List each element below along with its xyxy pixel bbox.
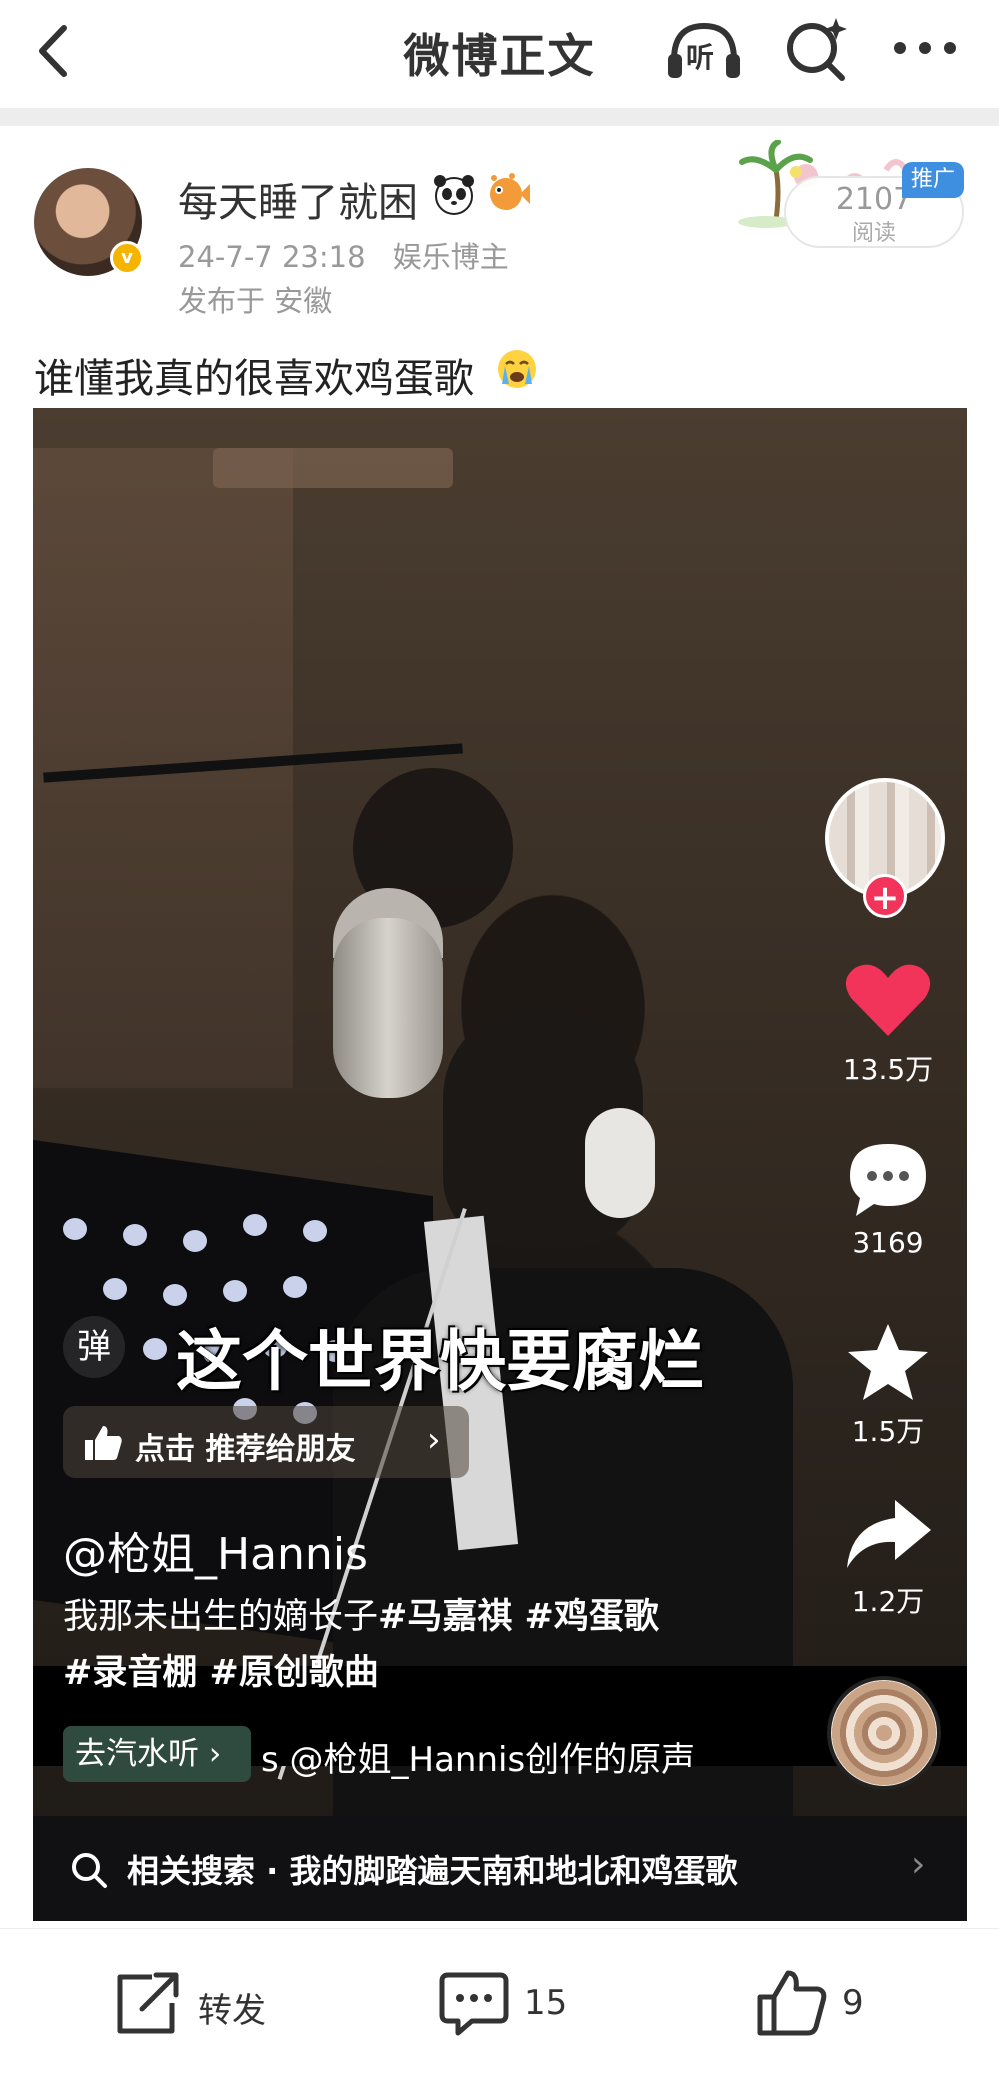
video-description-line1: 我那未出生的嫡长子#马嘉祺 #鸡蛋歌 <box>63 1588 659 1639</box>
top-nav-bar: 微博正文 听 <box>0 0 999 108</box>
share-action[interactable]: 1.2万 <box>823 1496 953 1620</box>
stand-hole <box>223 1280 247 1302</box>
thumbs-up-outline-icon <box>757 1970 827 2036</box>
heart-icon <box>845 964 931 1036</box>
like-count: 13.5万 <box>842 1053 934 1086</box>
stand-hole <box>103 1278 127 1300</box>
music-title[interactable]: s @枪姐_Hannis创作的原声 <box>261 1732 781 1781</box>
more-options-button[interactable] <box>890 28 960 68</box>
post-meta: 24-7-7 23:18 娱乐博主 <box>178 234 509 276</box>
user-tag: 娱乐博主 <box>392 240 509 274</box>
post-location: 发布于 安徽 <box>178 284 333 318</box>
comment-icon <box>439 1972 509 2036</box>
search-sparkle-icon <box>787 18 847 81</box>
description-hashtags[interactable]: #马嘉祺 #鸡蛋歌 <box>378 1597 659 1637</box>
related-search-bar[interactable]: 相关搜索 · 我的脚踏遍天南和地北和鸡蛋歌 › <box>33 1816 967 1921</box>
go-soda-label: 去汽水听 <box>75 1736 199 1772</box>
video-background-light <box>213 448 453 488</box>
description-text: 我那未出生的嫡长子 <box>63 1597 379 1637</box>
stand-hole <box>303 1220 327 1242</box>
stand-hole <box>63 1218 87 1240</box>
section-divider <box>0 108 999 126</box>
singer-headphone <box>585 1108 655 1218</box>
star-icon <box>848 1324 928 1400</box>
search-icon <box>72 1853 107 1888</box>
repost-label: 转发 <box>198 1991 266 2031</box>
music-disc[interactable] <box>827 1676 941 1790</box>
pufferfish-emoji-icon <box>490 173 530 210</box>
video-player[interactable]: 弹 这个世界快要腐烂 点击 推荐给朋友 › @枪姐_Hannis 我那未出生的嫡… <box>33 408 967 1921</box>
stand-hole <box>283 1276 307 1298</box>
go-soda-music-button[interactable]: 去汽水听 › <box>63 1726 251 1782</box>
stand-hole <box>123 1224 147 1246</box>
more-dots-icon <box>894 42 956 54</box>
follow-plus-icon[interactable]: + <box>863 874 907 918</box>
stand-hole <box>163 1284 187 1306</box>
video-subtitle: 这个世界快要腐烂 <box>176 1323 704 1400</box>
ad-tag: 推广 <box>902 162 964 198</box>
related-search-text: 相关搜索 · 我的脚踏遍天南和地北和鸡蛋歌 <box>127 1852 738 1890</box>
repost-button[interactable]: 转发 <box>112 1969 282 2039</box>
listen-button[interactable]: 听 <box>664 14 744 84</box>
chevron-right-icon: › <box>911 1844 926 1885</box>
repost-icon <box>117 1972 179 2034</box>
comment-bubble-icon <box>850 1144 926 1216</box>
listen-label: 听 <box>686 41 715 74</box>
like-button[interactable]: 9 <box>756 1969 906 2039</box>
search-button[interactable] <box>780 14 852 84</box>
comment-action[interactable]: 3169 <box>823 1140 953 1259</box>
crying-emoji-icon <box>498 350 536 388</box>
post-timestamp: 24-7-7 23:18 <box>178 240 366 274</box>
microphone-body <box>333 918 443 1098</box>
thumbs-up-icon <box>85 1426 122 1460</box>
post-text: 谁懂我真的很喜欢鸡蛋歌 <box>34 356 474 402</box>
read-label: 阅读 <box>851 221 896 246</box>
stand-hole <box>243 1214 267 1236</box>
verified-badge-icon: v <box>110 241 144 275</box>
comment-count: 15 <box>524 1983 568 2023</box>
bottom-action-bar: 转发 15 9 <box>0 1928 999 2074</box>
comment-count: 3169 <box>852 1226 924 1259</box>
panda-emoji-icon <box>434 175 474 215</box>
recommend-label: 点击 推荐给朋友 <box>135 1432 356 1467</box>
favorite-count: 1.5万 <box>851 1415 925 1448</box>
favorite-action[interactable]: 1.5万 <box>823 1322 953 1450</box>
chevron-right-icon: › <box>208 1736 222 1772</box>
recommend-to-friends-button[interactable]: 点击 推荐给朋友 › <box>63 1406 469 1478</box>
like-count: 9 <box>842 1983 864 2023</box>
share-arrow-icon <box>847 1500 931 1568</box>
chevron-right-icon: › <box>427 1420 441 1460</box>
share-count: 1.2万 <box>851 1585 925 1618</box>
video-description-line2[interactable]: #录音棚 #原创歌曲 <box>63 1644 379 1695</box>
video-author[interactable]: @枪姐_Hannis <box>63 1518 368 1582</box>
username[interactable]: 每天睡了就困 <box>178 170 418 228</box>
stand-hole <box>183 1230 207 1252</box>
comment-button[interactable]: 15 <box>438 1969 598 2039</box>
like-action[interactable]: 13.5万 <box>823 960 953 1088</box>
